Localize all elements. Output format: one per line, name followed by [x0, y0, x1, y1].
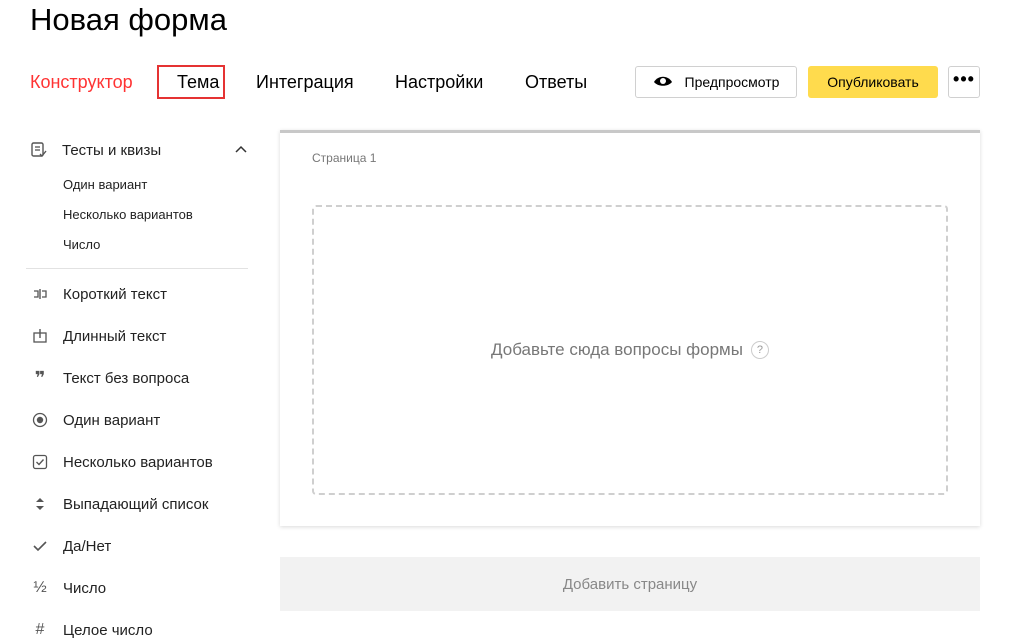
preview-label: Предпросмотр [684, 74, 780, 90]
quiz-icon [31, 142, 47, 158]
tab-integration[interactable]: Интеграция [256, 70, 354, 94]
sidebar-item-label: Короткий текст [63, 285, 167, 303]
long-text-icon [30, 326, 50, 346]
quote-icon: ❞ [34, 367, 46, 388]
sidebar-item-integer[interactable]: # Целое число [30, 620, 250, 640]
eye-icon [653, 76, 672, 86]
short-text-icon [30, 284, 50, 304]
sidebar-subitem-single[interactable]: Один вариант [63, 177, 147, 192]
sidebar-item-label: Текст без вопроса [63, 369, 190, 387]
sidebar-group-quizzes[interactable]: Тесты и квизы [30, 140, 250, 160]
preview-button[interactable]: Предпросмотр [635, 66, 797, 98]
checkbox-icon [30, 452, 50, 472]
sidebar-item-dropdown[interactable]: Выпадающий список [30, 494, 250, 514]
sidebar-item-multiple-choice[interactable]: Несколько вариантов [30, 452, 250, 472]
page-label[interactable]: Страница 1 [312, 151, 376, 165]
sidebar-item-short-text[interactable]: Короткий текст [30, 284, 250, 304]
sidebar-group-label: Тесты и квизы [62, 141, 162, 159]
sidebar-item-long-text[interactable]: Длинный текст [30, 326, 250, 346]
tab-answers[interactable]: Ответы [525, 70, 587, 94]
hash-icon: # [35, 621, 45, 638]
publish-button[interactable]: Опубликовать [808, 66, 938, 98]
sidebar-item-label: Да/Нет [63, 537, 112, 555]
drop-zone-text: Добавьте сюда вопросы формы [491, 340, 743, 359]
sidebar-item-single-choice[interactable]: Один вариант [30, 410, 250, 430]
tab-settings[interactable]: Настройки [395, 70, 483, 94]
radio-icon [30, 410, 50, 430]
sidebar-subitem-multiple[interactable]: Несколько вариантов [63, 207, 193, 222]
sidebar-item-label: Число [63, 579, 107, 597]
check-icon [30, 536, 50, 556]
tab-constructor[interactable]: Конструктор [30, 70, 133, 94]
add-page-button[interactable]: Добавить страницу [280, 557, 980, 611]
sidebar-item-label: Целое число [63, 621, 153, 639]
sidebar-item-label: Выпадающий список [63, 495, 209, 513]
dropdown-icon [30, 494, 50, 514]
sidebar-item-label: Один вариант [63, 411, 161, 429]
sidebar-item-yes-no[interactable]: Да/Нет [30, 536, 250, 556]
chevron-up-icon[interactable] [234, 143, 248, 157]
sidebar-item-label: Несколько вариантов [63, 453, 213, 471]
fraction-icon: ½ [33, 579, 47, 596]
sidebar-subitem-number[interactable]: Число [63, 237, 100, 252]
more-button[interactable]: ••• [948, 66, 980, 98]
help-icon[interactable]: ? [750, 341, 769, 359]
sidebar-item-number[interactable]: ½ Число [30, 578, 250, 598]
sidebar-item-text-no-question[interactable]: ❞ Текст без вопроса [30, 368, 250, 388]
sidebar-item-label: Длинный текст [63, 327, 167, 345]
question-drop-zone[interactable]: Добавьте сюда вопросы формы ? [312, 205, 948, 495]
highlight-box [157, 65, 225, 99]
page-title: Новая форма [30, 2, 227, 37]
form-page-card: Страница 1 Добавьте сюда вопросы формы ? [280, 130, 980, 526]
sidebar-divider [26, 268, 248, 269]
